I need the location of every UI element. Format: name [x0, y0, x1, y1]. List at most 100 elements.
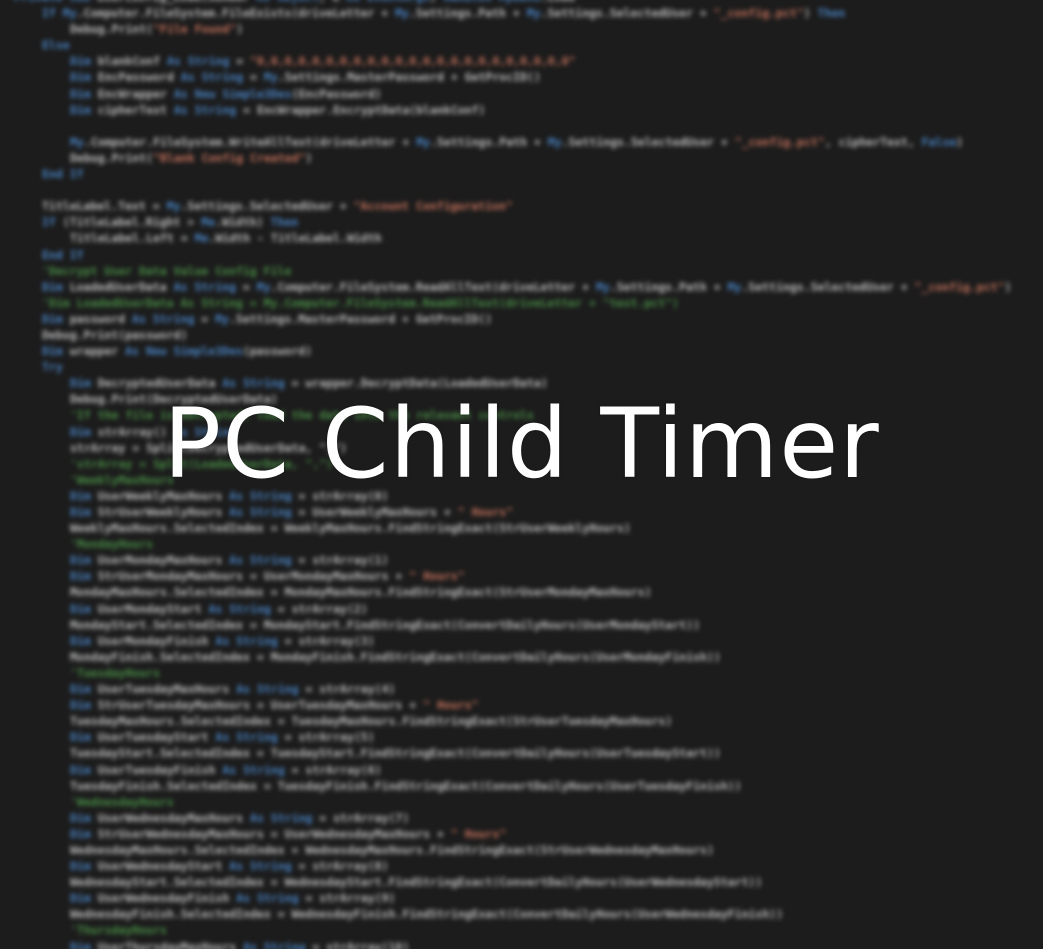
code-line: Dim UserTuesdayMaxHours As String = strA… — [14, 681, 1011, 697]
code-token: , cipherText, — [824, 134, 922, 149]
code-token: ) — [429, 0, 443, 4]
code-token: = strArray(1) — [291, 553, 389, 568]
code-token: Dim — [70, 730, 98, 745]
code-token: As EventArgs — [346, 0, 429, 4]
code-token: " Hours" — [457, 505, 514, 519]
code-token: "_config.pct" — [713, 6, 804, 21]
code-token: .Computer.FileSystem.FileExists(driveLet… — [76, 6, 396, 21]
code-line: Dim StrUserWeeklyHours As String = UserW… — [14, 504, 1011, 520]
code-line: TitleLabel.Left = Me.Width - TitleLabel.… — [14, 230, 1011, 246]
code-token: StrUserTuesdayMaxHours = UserTuesdayMaxH… — [97, 698, 424, 713]
code-token: Then — [270, 215, 299, 230]
code-token: "_config.pct" — [734, 134, 825, 149]
code-token: WednesdayMaxHours.SelectedIndex = Wednes… — [70, 842, 714, 857]
code-token: password — [69, 311, 133, 326]
code-line: Try — [14, 359, 1011, 375]
code-token: As String — [173, 279, 236, 294]
code-token: UserConfig_Load(sender — [97, 0, 256, 4]
code-token: Me — [201, 215, 216, 230]
code-token: "Account Configuration" — [353, 199, 513, 214]
code-token: Dim — [70, 601, 98, 616]
code-token: = strArray(10) — [305, 939, 410, 949]
code-token: Dim — [70, 505, 98, 519]
code-token: = strArray(4) — [298, 682, 396, 697]
code-token: As New Simple3Des — [125, 344, 243, 359]
code-line: TitleLabel.Text = My.Settings.SelectedUs… — [14, 198, 1011, 214]
code-line: Debug.Print("File Found") — [14, 21, 1011, 37]
code-token: Debug.Print( — [70, 22, 154, 37]
code-token: "_config.pct" — [914, 279, 1005, 294]
code-line: WednesdayMaxHours.SelectedIndex = Wednes… — [14, 842, 1011, 858]
code-line: WednesdayFinish.SelectedIndex = Wednesda… — [14, 906, 1011, 922]
code-line: WednesdayStart.SelectedIndex = Wednesday… — [14, 874, 1011, 890]
code-line: Dim wrapper As New Simple3Des(password) — [14, 343, 1011, 359]
code-token: Else — [42, 38, 70, 53]
code-token: .Load — [540, 0, 575, 4]
code-token: (EncPassword) — [291, 86, 382, 101]
code-token: ) — [956, 134, 964, 149]
code-line: Dim StrUserWednesdayMaxHours = UserWedne… — [14, 826, 1011, 842]
code-token: EncPassword — [97, 70, 181, 85]
code-line: MondayMaxHours.SelectedIndex = MondayMax… — [14, 584, 1011, 600]
code-line: Debug.Print(password) — [14, 327, 1011, 343]
code-token: UserTuesdayStart — [97, 730, 216, 745]
code-token: My — [395, 6, 409, 21]
code-token: " Hours" — [450, 826, 507, 841]
code-token: End If — [42, 167, 84, 182]
code-line: Dim UserWednesdayFinish As String = strA… — [14, 890, 1011, 906]
code-token: = UserWeeklyMaxHours + — [291, 505, 458, 519]
code-token: Dim — [42, 279, 70, 294]
code-line: Dim UserMondayStart As String = strArray… — [14, 601, 1011, 617]
code-token: = strArray(8) — [291, 859, 389, 874]
code-token: As Object — [256, 0, 318, 4]
code-token: As String — [236, 682, 299, 697]
code-token: StrUserWednesdayMaxHours = UserWednesday… — [97, 826, 451, 841]
code-line: Dim password As String = My.Settings.Mas… — [14, 311, 1011, 327]
code-token: .Settings.SelectedUser + — [561, 134, 735, 149]
code-token: = — [194, 311, 216, 326]
code-token: As String — [208, 601, 271, 616]
code-line: MondayFinish.SelectedIndex = MondayFinis… — [14, 649, 1011, 665]
code-token: As New Simple3Des — [173, 86, 292, 101]
code-token: UserTuesdayFinish — [97, 762, 223, 777]
code-token: = strArray(7) — [312, 810, 410, 825]
code-token: 'TuesdayHours — [70, 665, 161, 680]
code-token: "File Found" — [153, 22, 237, 37]
code-token: .Settings.Path + — [430, 134, 548, 149]
code-token: Dim — [70, 698, 98, 713]
code-token: ) — [236, 22, 244, 37]
code-token: = strArray(2) — [270, 601, 368, 616]
code-token: As String — [229, 859, 292, 874]
code-token: MondayStart.SelectedIndex = MondayStart.… — [70, 617, 701, 632]
code-token: " Hours" — [423, 698, 479, 713]
code-token: Debug.Print(password) — [42, 327, 188, 342]
code-token: = strArray(3) — [277, 633, 375, 648]
code-token: My — [416, 134, 431, 149]
code-token: Dim — [70, 376, 98, 391]
code-token: Dim — [70, 682, 98, 697]
code-token: As String — [229, 505, 292, 519]
code-token: UserThursdayMaxHours — [97, 939, 244, 949]
code-token: As String — [180, 70, 244, 85]
code-token: = strArray(5) — [277, 730, 375, 745]
code-token: My — [727, 279, 742, 294]
code-line: Debug.Print("Blank Config Created") — [14, 150, 1011, 166]
code-token: Dim — [70, 633, 98, 648]
code-token: .Computer.FileSystem.ReadAllText(driveLe… — [270, 279, 596, 294]
code-token: ) — [305, 150, 313, 165]
code-token: , e — [319, 0, 347, 4]
code-line: My.Computer.FileSystem.WriteAllText(driv… — [14, 134, 1011, 150]
code-token: End If — [42, 247, 84, 262]
code-token: My — [215, 311, 229, 326]
code-line: Dim UserTuesdayFinish As String = strArr… — [14, 762, 1011, 778]
code-line: Dim blankConf As String = "0,0,0,0,0,0,0… — [14, 53, 1011, 69]
code-token: (TitleLabel.Right > — [62, 215, 202, 230]
code-token: "0,0,0,0,0,0,0,0,0,0,0,0,0,0,0,0,0,0,0,0… — [250, 54, 576, 69]
code-line: 'TuesdayHours — [14, 665, 1011, 681]
code-token: cipherText — [97, 102, 174, 117]
code-token: As String — [173, 102, 237, 117]
code-token: UserMondayMaxHours — [97, 553, 230, 568]
code-token: = EncWrapper.EncryptData(blankConf) — [236, 102, 486, 117]
code-token: .Settings.MasterPassword + GetProcID() — [277, 70, 541, 85]
